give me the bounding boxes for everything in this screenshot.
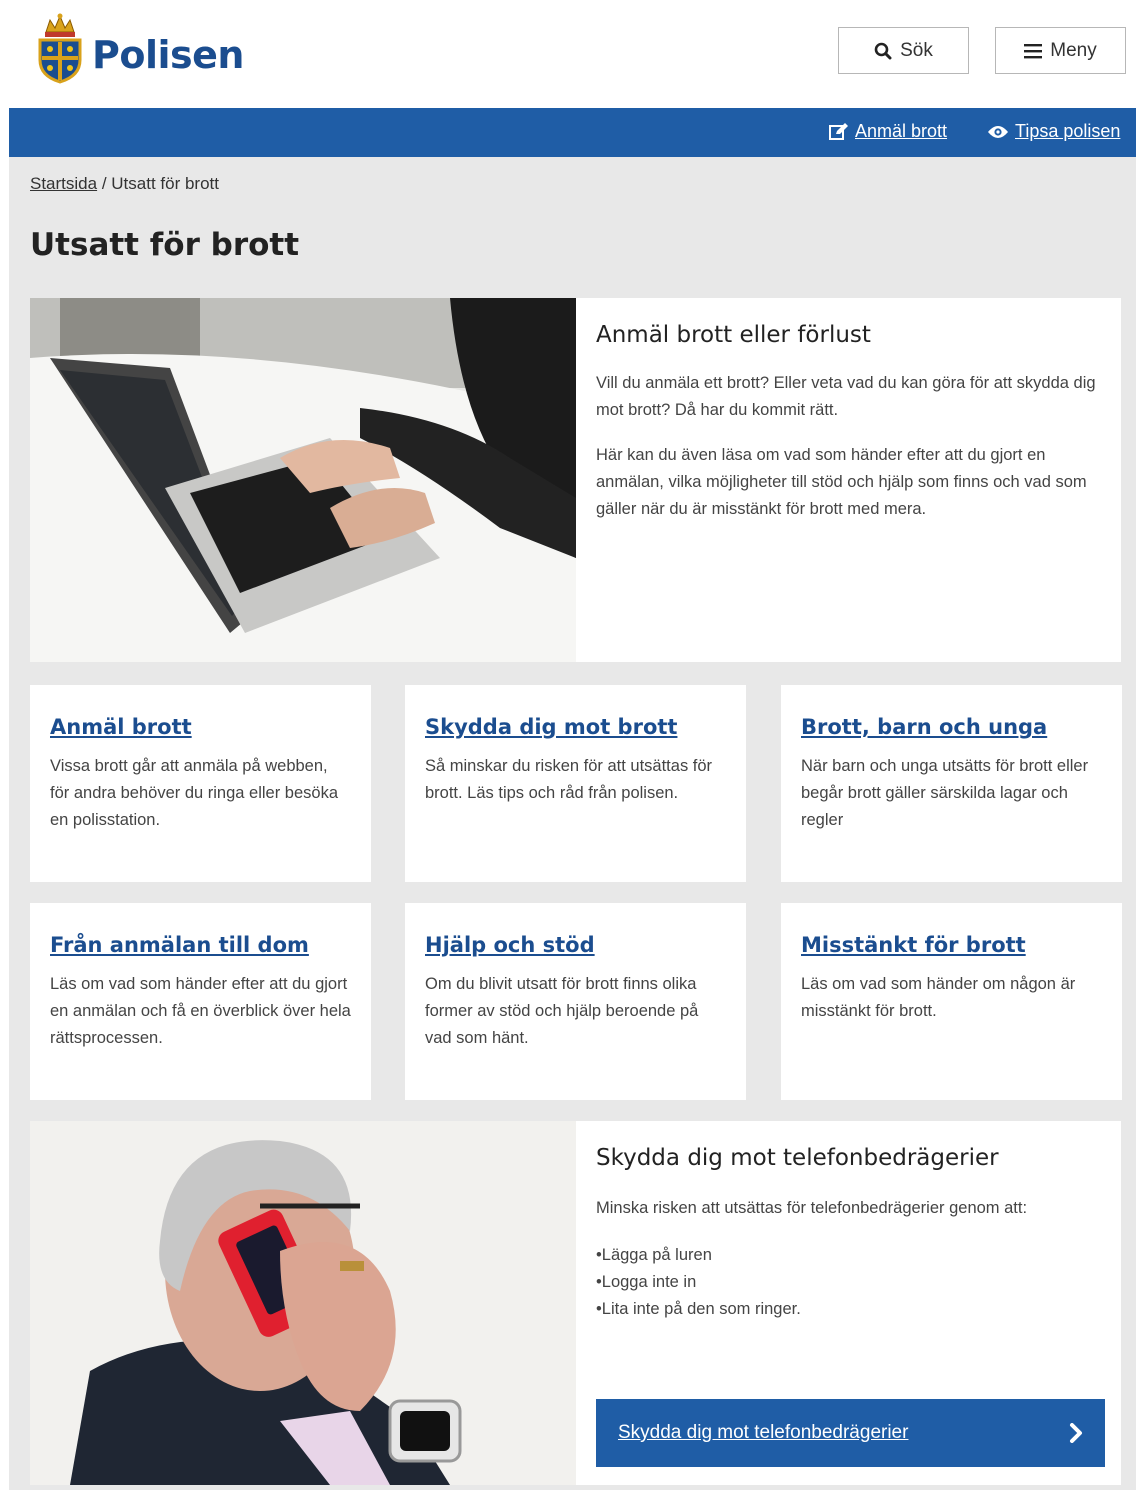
card-text: När barn och unga utsätts för brott elle… [801,757,1089,829]
eye-icon [988,125,1008,138]
card-title-link[interactable]: Skydda dig mot brott [425,715,726,739]
police-emblem-icon [38,13,82,84]
search-button[interactable]: Sök [838,27,969,74]
breadcrumb-separator: / [97,174,112,193]
chevron-right-icon [1070,1423,1082,1443]
list-item: Lita inte på den som ringer. [596,1296,1111,1323]
card-report-to-verdict[interactable]: Från anmälan till dom Läs om vad som hän… [30,903,371,1100]
phone-fraud-section: Skydda dig mot telefonbedrägerier Minska… [30,1121,1121,1485]
card-text: Så minskar du risken för att utsättas fö… [425,757,713,802]
list-item: Logga inte in [596,1269,1111,1296]
card-title-link[interactable]: Misstänkt för brott [801,933,1102,957]
list-item: Lägga på luren [596,1242,1111,1269]
search-icon [874,42,892,59]
site-header: Polisen Sök Meny [0,0,1136,108]
menu-icon [1024,43,1043,58]
card-text: Vissa brott går att anmäla på webben, fö… [50,757,339,829]
service-bar: Anmäl brott Tipsa polisen [9,108,1136,157]
card-title-link[interactable]: Brott, barn och unga [801,715,1102,739]
card-title-link[interactable]: Från anmälan till dom [50,933,351,957]
tip-police-link[interactable]: Tipsa polisen [987,121,1120,142]
card-children-youth[interactable]: Brott, barn och unga När barn och unga u… [781,685,1122,882]
laptop-typing-image [30,298,576,662]
card-protect-yourself[interactable]: Skydda dig mot brott Så minskar du riske… [405,685,746,882]
search-button-label: Sök [900,39,933,61]
card-title-link[interactable]: Hjälp och stöd [425,933,726,957]
card-report-crime[interactable]: Anmäl brott Vissa brott går att anmäla p… [30,685,371,882]
promo-list: Lägga på luren Logga inte in Lita inte p… [596,1242,1111,1323]
phone-fraud-text: Skydda dig mot telefonbedrägerier Minska… [596,1145,1111,1323]
card-suspected[interactable]: Misstänkt för brott Läs om vad som hände… [781,903,1122,1100]
promo-title: Skydda dig mot telefonbedrägerier [596,1145,999,1171]
hero-text: Anmäl brott eller förlust Vill du anmäla… [596,322,1106,541]
woman-on-phone-image [30,1121,576,1485]
card-text: Läs om vad som händer om någon är misstä… [801,975,1076,1020]
page-title: Utsatt för brott [30,227,300,263]
card-text: Om du blivit utsatt för brott finns olik… [425,975,699,1047]
menu-button-label: Meny [1050,39,1097,61]
tip-police-label: Tipsa polisen [1015,121,1121,141]
report-crime-label: Anmäl brott [855,121,948,141]
logo-text: Polisen [92,33,244,77]
logo[interactable]: Polisen [32,12,244,84]
main-content: Startsida / Utsatt för brott Utsatt för … [9,157,1136,1490]
card-text: Läs om vad som händer efter att du gjort… [50,975,351,1047]
card-title-link[interactable]: Anmäl brott [50,715,351,739]
phone-fraud-button-label: Skydda dig mot telefonbedrägerier [618,1422,909,1443]
edit-icon [829,122,848,140]
breadcrumb: Startsida / Utsatt för brott [30,174,219,194]
menu-button[interactable]: Meny [995,27,1126,74]
hero-section: Anmäl brott eller förlust Vill du anmäla… [30,298,1121,662]
card-help-support[interactable]: Hjälp och stöd Om du blivit utsatt för b… [405,903,746,1100]
breadcrumb-home-link[interactable]: Startsida [30,174,97,193]
breadcrumb-current: Utsatt för brott [111,174,219,193]
promo-intro: Minska risken att utsättas för telefonbe… [596,1199,1028,1217]
hero-paragraph: Här kan du även läsa om vad som händer e… [596,446,1087,518]
hero-paragraph: Vill du anmäla ett brott? Eller veta vad… [596,374,1096,419]
phone-fraud-button[interactable]: Skydda dig mot telefonbedrägerier [596,1399,1105,1467]
report-crime-link[interactable]: Anmäl brott [829,121,947,142]
hero-title: Anmäl brott eller förlust [596,322,871,348]
